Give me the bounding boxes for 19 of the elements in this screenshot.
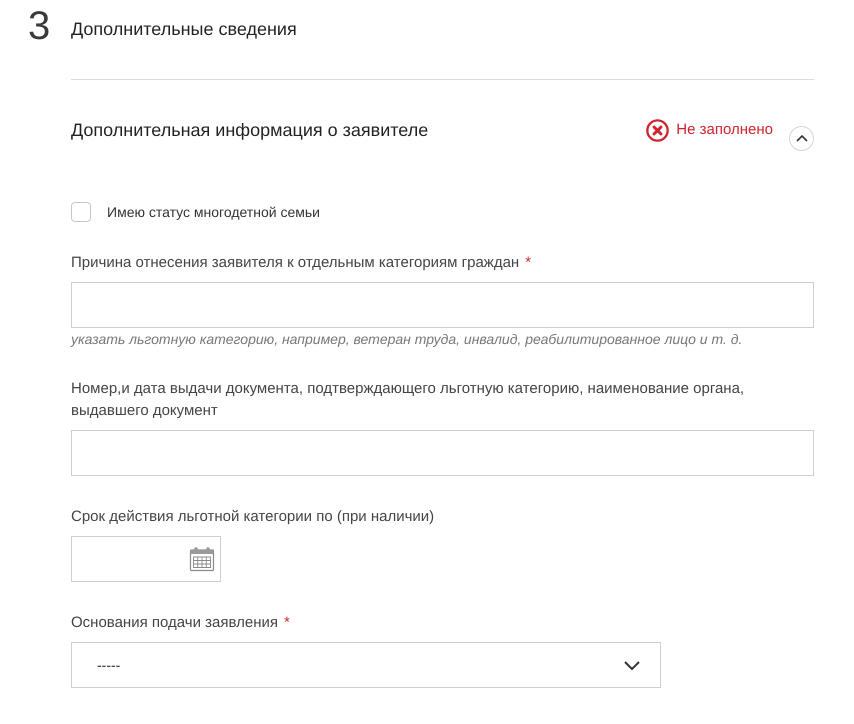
panel-title: Дополнительная информация о заявителе bbox=[71, 119, 430, 142]
field-label: Номер,и дата выдачи документа, подтверждающего льготную категорию, наименование органа, выдавшего документ bbox=[71, 379, 746, 421]
input-field[interactable] bbox=[71, 282, 814, 328]
date-input[interactable] bbox=[71, 536, 221, 582]
field-label: Причина отнесения заявителя к отдельным категориям граждан * bbox=[71, 253, 532, 273]
field-label: Основания подачи заявления * bbox=[71, 613, 291, 633]
collapse-button[interactable] bbox=[789, 126, 814, 151]
field-label: Срок действия льготной категории по (при наличии) bbox=[71, 507, 436, 527]
chevron-up-icon bbox=[796, 135, 808, 142]
select-dropdown[interactable]: ----- bbox=[71, 642, 661, 688]
calendar-icon[interactable] bbox=[189, 546, 215, 572]
chevron-down-icon bbox=[624, 660, 640, 670]
step-number: 3 bbox=[28, 4, 50, 48]
input-field[interactable] bbox=[71, 430, 814, 476]
checkbox-label: Имею статус многодетной семьи bbox=[107, 203, 320, 222]
checkbox[interactable] bbox=[71, 202, 91, 222]
status-text: Не заполнено bbox=[676, 120, 773, 140]
hint-text: указать льготную категорию, например, ветеран труда, инвалид, реабилитированное лицо и т. д. bbox=[71, 330, 744, 348]
section-title: Дополнительные сведения bbox=[71, 18, 298, 41]
